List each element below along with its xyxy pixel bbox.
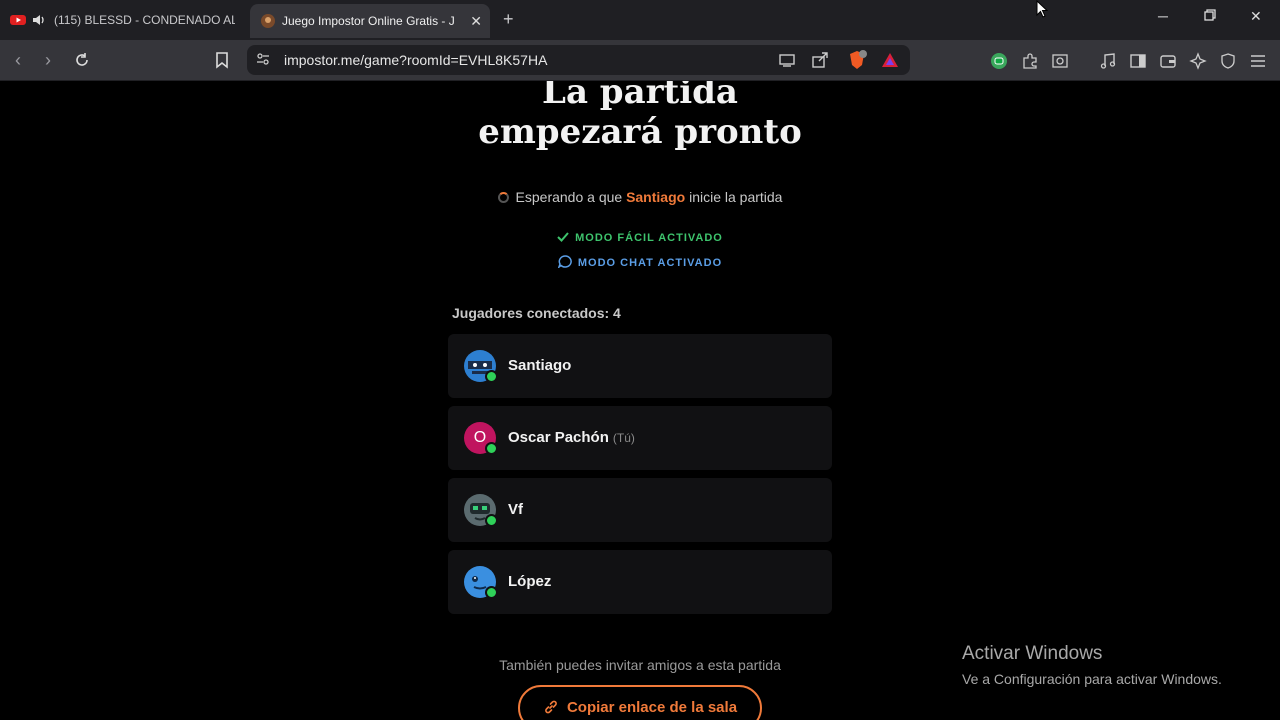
bookmark-icon[interactable]	[215, 51, 229, 74]
host-name: Santiago	[626, 189, 686, 205]
player-name: Oscar Pachón (Tú)	[508, 429, 635, 446]
loading-spinner-icon	[497, 192, 509, 203]
player-name: López	[508, 573, 552, 590]
sidebar-icon[interactable]	[1129, 52, 1147, 70]
leo-search-icon[interactable]	[1051, 52, 1069, 70]
tab-impostor[interactable]: Juego Impostor Online Gratis - J ✕	[250, 4, 490, 38]
leo-ai-icon[interactable]	[1189, 52, 1207, 70]
player-card: López	[448, 550, 832, 614]
tab-youtube[interactable]: (115) BLESSD - CONDENADO AL	[10, 6, 235, 34]
player-name: Vf	[508, 501, 523, 518]
minimize-icon[interactable]: ─	[1158, 8, 1168, 24]
browser-tab-bar: (115) BLESSD - CONDENADO AL Juego Impost…	[0, 0, 1280, 40]
vpn-shield-icon[interactable]	[1219, 52, 1237, 70]
speaker-icon[interactable]	[32, 12, 48, 28]
extension-green-icon[interactable]	[990, 52, 1008, 70]
site-settings-icon[interactable]	[256, 52, 270, 66]
link-icon	[545, 700, 557, 714]
waiting-prefix: Esperando a que	[515, 189, 623, 205]
page-title-line2: empezará pronto	[478, 112, 802, 152]
mouse-cursor-icon	[1036, 0, 1049, 23]
game-lobby-page: La partida empezará pronto Esperando a q…	[0, 81, 1280, 720]
players-count-label: Jugadores conectados: 4	[452, 305, 621, 321]
close-window-icon[interactable]: ✕	[1250, 8, 1262, 25]
easy-mode-badge: MODO FÁCIL ACTIVADO	[0, 232, 1280, 244]
close-tab-icon[interactable]: ✕	[470, 13, 482, 30]
url-text: impostor.me/game?roomId=EVHL8K57HA	[284, 52, 548, 68]
page-title-line1: La partida	[542, 81, 738, 112]
windows-activation-watermark: Activar Windows Ve a Configuración para …	[962, 643, 1222, 687]
share-icon[interactable]	[811, 51, 829, 69]
reload-icon[interactable]	[73, 51, 91, 74]
player-card: Santiago	[448, 334, 832, 398]
new-tab-icon[interactable]: +	[503, 9, 514, 30]
player-card: Vf	[448, 478, 832, 542]
chat-mode-label: MODO CHAT ACTIVADO	[577, 257, 723, 269]
you-tag: (Tú)	[612, 431, 635, 445]
menu-icon[interactable]	[1249, 52, 1267, 70]
forward-icon[interactable]: ›	[45, 50, 51, 71]
copy-room-link-button[interactable]: Copiar enlace de la sala	[518, 685, 762, 720]
restore-icon[interactable]	[1204, 8, 1216, 24]
check-icon	[557, 232, 569, 242]
brave-rewards-icon[interactable]	[881, 51, 899, 69]
brave-shields-icon[interactable]	[847, 50, 867, 69]
browser-toolbar: ‹ › impostor.me/game?roomId=EVHL8K57HA	[0, 40, 1280, 81]
online-status-dot	[485, 586, 498, 599]
online-status-dot	[485, 514, 498, 527]
tab-title: (115) BLESSD - CONDENADO AL	[54, 13, 235, 27]
online-status-dot	[485, 442, 498, 455]
player-name-text: Oscar Pachón	[508, 429, 609, 446]
wallet-icon[interactable]	[1159, 52, 1177, 70]
waiting-status: Esperando a que Santiago inicie la parti…	[0, 189, 1280, 205]
copy-button-label: Copiar enlace de la sala	[566, 699, 738, 716]
online-status-dot	[485, 370, 498, 383]
easy-mode-label: MODO FÁCIL ACTIVADO	[575, 232, 723, 244]
cast-icon[interactable]	[778, 51, 796, 69]
extensions-puzzle-icon[interactable]	[1021, 52, 1039, 70]
youtube-icon	[10, 12, 26, 28]
music-icon[interactable]	[1099, 52, 1117, 70]
player-name: Santiago	[508, 357, 572, 374]
address-bar[interactable]: impostor.me/game?roomId=EVHL8K57HA	[247, 45, 910, 75]
chat-bubble-icon	[557, 255, 572, 270]
player-card: O Oscar Pachón (Tú)	[448, 406, 832, 470]
watermark-title: Activar Windows	[962, 643, 1103, 664]
waiting-suffix: inicie la partida	[689, 189, 783, 205]
watermark-subtitle: Ve a Configuración para activar Windows.	[962, 671, 1222, 687]
tab-title: Juego Impostor Online Gratis - J	[282, 14, 455, 28]
back-icon[interactable]: ‹	[15, 50, 21, 71]
impostor-favicon-icon	[260, 13, 276, 29]
chat-mode-badge: MODO CHAT ACTIVADO	[0, 255, 1280, 270]
